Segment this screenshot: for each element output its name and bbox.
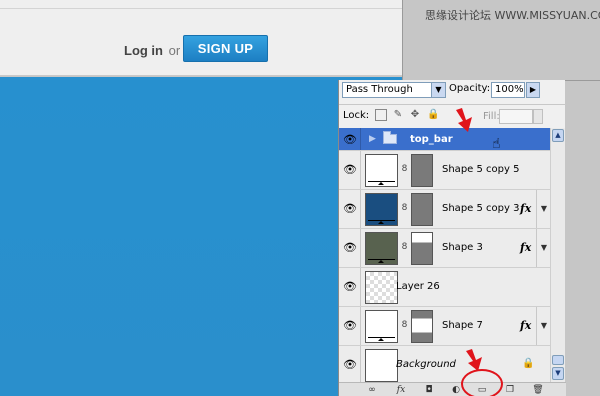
fill-slider-button[interactable] (533, 109, 543, 124)
link-icon: 8 (401, 242, 408, 252)
layer-row[interactable]: 👁 Layer 26 (339, 268, 550, 307)
highlight-circle (461, 369, 503, 396)
layer-thumbnail (365, 271, 398, 304)
fill-label: Fill: (483, 111, 500, 122)
layers-scrollbar[interactable]: ▲ ▼ (550, 128, 565, 382)
layer-row[interactable]: 👁 8 Shape 3 fx ▼ (339, 229, 550, 268)
fx-icon[interactable]: fx (520, 319, 531, 332)
expand-arrow-icon[interactable]: ▶ (369, 134, 376, 144)
divider (0, 8, 403, 9)
layer-name: Shape 5 copy 5 (442, 164, 520, 175)
layer-row[interactable]: 👁 8 Shape 7 fx ▼ (339, 307, 550, 346)
eye-icon[interactable]: 👁 (342, 320, 358, 332)
lock-pixels-icon[interactable]: ✎ (392, 109, 404, 121)
folder-icon (383, 131, 397, 144)
vector-mask-thumbnail (411, 154, 433, 187)
layer-name: Background (396, 359, 456, 370)
eye-icon[interactable]: 👁 (342, 242, 358, 254)
eye-icon[interactable]: 👁 (342, 203, 358, 215)
eye-icon[interactable]: 👁 (342, 359, 358, 371)
signup-button[interactable]: SIGN UP (183, 35, 268, 62)
fx-divider (536, 229, 537, 267)
opacity-label: Opacity: (449, 83, 491, 94)
layer-row[interactable]: 👁 8 Shape 5 copy 5 (339, 151, 550, 190)
link-icon: 8 (401, 203, 408, 213)
lock-position-icon[interactable]: ✥ (409, 109, 421, 121)
eye-icon[interactable]: 👁 (342, 134, 358, 146)
fx-divider (536, 307, 537, 345)
page-header: Log in or SIGN UP (0, 0, 403, 76)
chevron-down-icon[interactable]: ▼ (538, 321, 550, 330)
red-arrow-icon (456, 108, 472, 132)
vector-mask-thumbnail (411, 232, 433, 265)
scroll-thumb[interactable] (552, 355, 564, 365)
link-icon: 8 (401, 320, 408, 330)
chevron-down-icon[interactable]: ▼ (431, 83, 445, 97)
blend-mode-select[interactable]: Pass Through ▼ (342, 82, 446, 98)
new-layer-icon[interactable]: ❐ (503, 384, 517, 396)
link-layers-icon[interactable]: ∞ (365, 384, 379, 396)
layer-name: top_bar (410, 134, 453, 145)
eye-icon[interactable]: 👁 (342, 164, 358, 176)
hand-cursor-icon: ☝ (492, 136, 501, 152)
fx-icon[interactable]: fx (520, 202, 531, 215)
layer-thumbnail (365, 154, 398, 187)
layer-thumbnail (365, 232, 398, 265)
layer-name: Layer 26 (396, 281, 440, 292)
login-text: Log in or (124, 43, 180, 58)
layer-thumbnail (365, 193, 398, 226)
scroll-up-button[interactable]: ▲ (552, 129, 564, 142)
fx-divider (536, 190, 537, 228)
layer-row-background[interactable]: 👁 Background 🔒 (339, 346, 550, 382)
layer-name: Shape 7 (442, 320, 483, 331)
fx-icon[interactable]: fx (520, 241, 531, 254)
layer-name: Shape 3 (442, 242, 483, 253)
lock-all-icon[interactable]: 🔒 (427, 109, 439, 121)
chevron-down-icon[interactable]: ▼ (538, 204, 550, 213)
watermark: 思缘设计论坛 WWW.MISSYUAN.COM (425, 9, 600, 22)
opacity-slider-button[interactable]: ▶ (526, 82, 540, 98)
fill-input[interactable] (499, 109, 533, 124)
chevron-down-icon[interactable]: ▼ (538, 243, 550, 252)
fx-icon[interactable]: fx (394, 384, 408, 396)
canvas-border (402, 0, 403, 81)
link-icon: 8 (401, 164, 408, 174)
login-link[interactable]: Log in (124, 43, 163, 58)
lock-transparency-icon[interactable] (375, 109, 387, 121)
scroll-down-button[interactable]: ▼ (552, 367, 564, 380)
layers-list: 👁 ▶ top_bar 👁 8 Shape 5 copy 5 👁 8 Shape… (339, 128, 550, 382)
layer-thumbnail (365, 349, 398, 382)
trash-icon[interactable]: 🗑 (531, 384, 545, 396)
blend-options-row: Pass Through ▼ Opacity: 100% ▶ (339, 80, 566, 101)
layer-row[interactable]: 👁 8 Shape 5 copy 3 fx ▼ (339, 190, 550, 229)
layer-row-top-bar[interactable]: 👁 ▶ top_bar (339, 128, 550, 151)
or-label: or (168, 43, 181, 58)
eye-icon[interactable]: 👁 (342, 281, 358, 293)
opacity-input[interactable]: 100% (491, 82, 525, 98)
vector-mask-thumbnail (411, 193, 433, 226)
vector-mask-thumbnail (411, 310, 433, 343)
lock-label: Lock: (343, 110, 370, 121)
blend-mode-value: Pass Through (346, 84, 413, 95)
add-mask-icon[interactable]: ◘ (422, 384, 436, 396)
layer-name: Shape 5 copy 3 (442, 203, 520, 214)
lock-icon: 🔒 (522, 358, 535, 369)
blue-canvas (0, 77, 338, 396)
layer-thumbnail (365, 310, 398, 343)
layers-toolbar: ∞ fx ◘ ◐ ▭ ❐ 🗑 (339, 382, 566, 396)
